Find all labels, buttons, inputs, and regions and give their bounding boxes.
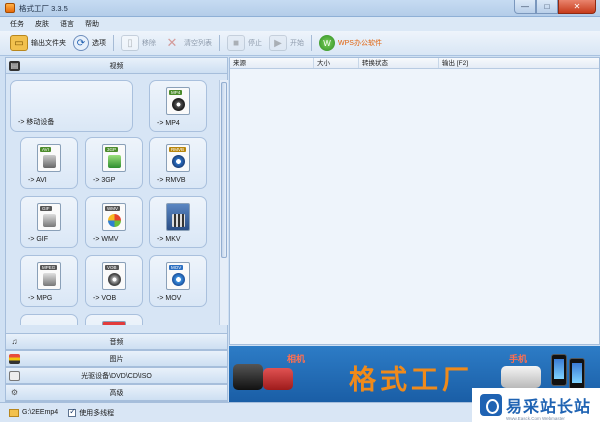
- category-video-header[interactable]: ▤ 视频: [6, 58, 227, 74]
- task-table-header: 来源 大小 转换状态 输出 [F2]: [230, 58, 599, 69]
- wps-button[interactable]: W WPS办公软件: [319, 33, 382, 53]
- phone-icon: [551, 354, 567, 386]
- format-grid: -> 移动设备 MP4 -> MP4 AVI -> AVI 3GP -> 3GP…: [10, 80, 218, 325]
- mov-file-icon: MOV: [166, 262, 190, 290]
- stop-button[interactable]: ■ 停止: [227, 33, 262, 53]
- camera-icon: [263, 368, 293, 390]
- options-icon: ⟳: [73, 35, 89, 51]
- watermark-subtext: Www.Easck.Com Webmaster: [506, 416, 565, 421]
- stop-icon: ■: [227, 35, 245, 51]
- tile-partial[interactable]: [85, 314, 143, 325]
- tile-mobile-device[interactable]: -> 移动设备: [10, 80, 133, 132]
- remove-button[interactable]: ▯ 移除: [121, 33, 156, 53]
- avi-file-icon: AVI: [37, 144, 61, 172]
- file-icon: [102, 321, 126, 325]
- category-audio-header[interactable]: ♫ 音频: [6, 333, 227, 350]
- column-source[interactable]: 来源: [230, 58, 314, 68]
- wps-icon: W: [319, 35, 335, 51]
- column-output[interactable]: 输出 [F2]: [439, 58, 599, 68]
- multithread-label: 使用多线程: [79, 409, 115, 417]
- vob-file-icon: VOB: [102, 262, 126, 290]
- close-button[interactable]: ✕: [558, 0, 596, 14]
- gif-file-icon: GIF: [37, 203, 61, 231]
- phone-tag: 手机: [509, 355, 528, 365]
- start-icon: ▶: [269, 35, 287, 51]
- watermark: 易采站长站 Www.Easck.Com Webmaster: [472, 388, 600, 422]
- site-logo-icon: [480, 394, 502, 416]
- tile-mov[interactable]: MOV -> MOV: [149, 255, 207, 307]
- category-image-header[interactable]: 图片: [6, 350, 227, 367]
- tile-rmvb[interactable]: RMVB -> RMVB: [149, 137, 207, 189]
- phone-icon: [569, 358, 585, 390]
- output-path[interactable]: G:\2EEmp4: [22, 409, 58, 416]
- tile-vob[interactable]: VOB -> VOB: [85, 255, 143, 307]
- banner-title: 格式工厂: [349, 365, 473, 396]
- watermark-text: 易采站长站: [506, 397, 592, 416]
- tile-gif[interactable]: GIF -> GIF: [20, 196, 78, 248]
- vertical-scrollbar[interactable]: [219, 80, 228, 325]
- wmv-file-icon: WMV: [102, 203, 126, 231]
- menu-language[interactable]: 语言: [60, 19, 74, 29]
- output-folder-button[interactable]: ▭ 输出文件夹: [10, 33, 66, 53]
- clear-list-button[interactable]: ✕ 清空列表: [163, 33, 212, 53]
- tile-partial[interactable]: [20, 314, 78, 325]
- camcorder-icon: [233, 364, 263, 390]
- conversion-panel: ▤ 视频 -> 移动设备 MP4 -> MP4 AVI -> AVI 3GP -…: [5, 57, 228, 402]
- title-bar: 格式工厂 3.3.5 — □ ✕: [0, 0, 600, 17]
- toolbar-separator: [311, 35, 312, 51]
- toolbar-separator: [219, 35, 220, 51]
- menu-skin[interactable]: 皮肤: [35, 19, 49, 29]
- mp4-file-icon: MP4: [166, 87, 190, 115]
- mpg-file-icon: MPEG: [37, 262, 61, 290]
- tile-mkv[interactable]: -> MKV: [149, 196, 207, 248]
- window-controls: — □ ✕: [514, 0, 596, 14]
- column-status[interactable]: 转换状态: [359, 58, 439, 68]
- category-disc-header[interactable]: 光驱设备\DVD\CD\ISO: [6, 367, 227, 384]
- task-list[interactable]: 来源 大小 转换状态 输出 [F2]: [229, 57, 600, 345]
- mkv-file-icon: [166, 203, 190, 231]
- remove-icon: ▯: [121, 35, 139, 51]
- category-list: ♫ 音频 图片 光驱设备\DVD\CD\ISO ⚙ 高级: [6, 333, 227, 401]
- minimize-button[interactable]: —: [514, 0, 536, 14]
- folder-icon[interactable]: [9, 408, 19, 417]
- toolbar-separator: [113, 35, 114, 51]
- menu-task[interactable]: 任务: [10, 19, 24, 29]
- category-advanced-header[interactable]: ⚙ 高级: [6, 384, 227, 401]
- toolbar: ▭ 输出文件夹 ⟳ 选项 ▯ 移除 ✕ 清空列表 ■ 停止 ▶ 开始 W WPS…: [0, 31, 600, 56]
- clear-list-icon: ✕: [166, 35, 178, 50]
- 3gp-file-icon: 3GP: [102, 144, 126, 172]
- options-button[interactable]: ⟳ 选项: [73, 33, 106, 53]
- tile-3gp[interactable]: 3GP -> 3GP: [85, 137, 143, 189]
- tile-wmv[interactable]: WMV -> WMV: [85, 196, 143, 248]
- menu-help[interactable]: 帮助: [85, 19, 99, 29]
- app-icon: [5, 3, 15, 13]
- multithread-checkbox[interactable]: [68, 407, 77, 417]
- menu-bar: 任务 皮肤 语言 帮助: [0, 17, 600, 31]
- camera-tag: 相机: [287, 355, 306, 365]
- maximize-button[interactable]: □: [536, 0, 558, 14]
- window-title: 格式工厂 3.3.5: [19, 3, 68, 13]
- printer-icon: [501, 366, 541, 388]
- rmvb-file-icon: RMVB: [166, 144, 190, 172]
- tile-mpg[interactable]: MPEG -> MPG: [20, 255, 78, 307]
- start-button[interactable]: ▶ 开始: [269, 33, 304, 53]
- scrollbar-thumb[interactable]: [221, 82, 227, 258]
- folder-icon: ▭: [10, 35, 28, 51]
- tile-mp4[interactable]: MP4 -> MP4: [149, 80, 207, 132]
- column-size[interactable]: 大小: [314, 58, 359, 68]
- tile-avi[interactable]: AVI -> AVI: [20, 137, 78, 189]
